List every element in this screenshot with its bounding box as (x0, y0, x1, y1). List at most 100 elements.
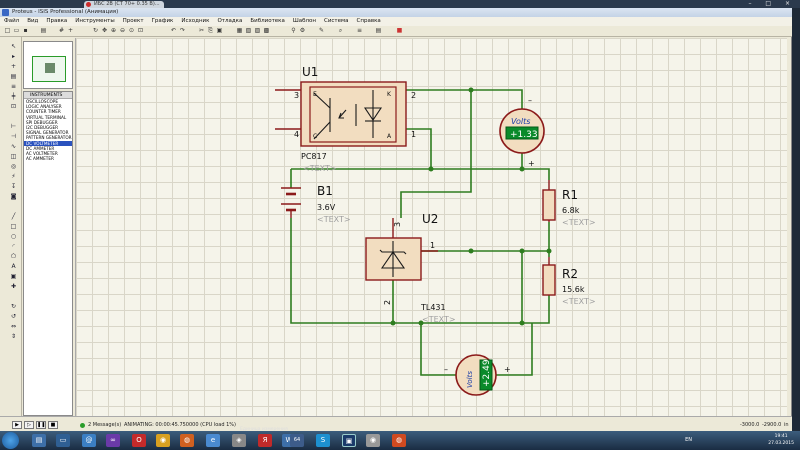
text-script-icon[interactable]: ≡ (10, 83, 17, 90)
menu-graph[interactable]: График (148, 17, 178, 26)
skype-icon[interactable]: S (316, 434, 330, 447)
block-rotate-icon[interactable]: ▨ (254, 27, 261, 34)
menu-file[interactable]: Файл (0, 17, 23, 26)
origin-icon[interactable]: + (67, 27, 74, 34)
refresh-icon[interactable]: ↻ (92, 27, 99, 34)
block-delete-icon[interactable]: ▩ (263, 27, 270, 34)
schematic-canvas[interactable]: 3 4 2 1 E C K A U1 PC817 <TEXT> B1 3.6V … (75, 38, 787, 416)
bom-icon[interactable]: ▤ (375, 27, 382, 34)
menu-design[interactable]: Проект (119, 17, 148, 26)
selection-mode-icon[interactable]: ↖ (10, 43, 17, 50)
pan-icon[interactable]: ✥ (101, 27, 108, 34)
zoom-area-icon[interactable]: ⊡ (137, 27, 144, 34)
play-button[interactable]: ▶ (12, 421, 22, 429)
wire-label-icon[interactable]: ▤ (10, 73, 17, 80)
voltage-probe-icon[interactable]: ⚡ (10, 173, 17, 180)
zoom-out-icon[interactable]: ⊖ (119, 27, 126, 34)
firefox-alt-icon[interactable]: ◍ (392, 434, 406, 447)
menu-help[interactable]: Справка (353, 17, 385, 26)
line-icon[interactable]: ╱ (10, 213, 17, 220)
clock[interactable]: 19:41 27.03.2015 (768, 433, 794, 447)
subcircuit-icon[interactable]: ⊡ (10, 103, 17, 110)
redo-icon[interactable]: ↷ (179, 27, 186, 34)
virtual-instrument-icon[interactable]: ◙ (10, 193, 17, 200)
copy-icon[interactable]: ⎘ (207, 27, 214, 34)
chrome-icon[interactable]: ◉ (156, 434, 170, 447)
camera-icon[interactable]: ◉ (366, 434, 380, 447)
block-move-icon[interactable]: ▧ (245, 27, 252, 34)
explorer-icon[interactable]: ▤ (32, 434, 46, 447)
start-button[interactable] (2, 432, 19, 449)
undo-icon[interactable]: ↶ (170, 27, 177, 34)
overview-viewport[interactable] (32, 56, 66, 82)
text-icon[interactable]: A (10, 263, 17, 270)
flip-h-icon[interactable]: ⇔ (10, 323, 17, 330)
terminal-icon[interactable]: ⊢ (10, 123, 17, 130)
box-icon[interactable]: □ (10, 223, 17, 230)
print-icon[interactable]: ▤ (40, 27, 47, 34)
ie-icon[interactable]: e (206, 434, 220, 447)
rotate-ccw-icon[interactable]: ↺ (10, 313, 17, 320)
r1-resistor[interactable]: R1 6.8k <TEXT> (542, 180, 596, 227)
opera-taskbar-icon[interactable]: O (132, 434, 146, 447)
bit64-icon[interactable]: 64 (290, 434, 304, 447)
menu-source[interactable]: Исходник (177, 17, 213, 26)
menu-system[interactable]: Система (320, 17, 353, 26)
circle-icon[interactable]: ○ (10, 233, 17, 240)
step-button[interactable]: ▷ (24, 421, 34, 429)
wire-vm1-negative[interactable] (471, 89, 523, 112)
wire-vm2-right[interactable] (496, 323, 533, 376)
u1-optocoupler[interactable]: 3 4 2 1 E C K A U1 PC817 <TEXT> (275, 65, 416, 173)
search-icon[interactable]: ⌕ (337, 27, 344, 34)
flip-v-icon[interactable]: ⇕ (10, 333, 17, 340)
menu-debug[interactable]: Отладка (213, 17, 246, 26)
menu-library[interactable]: Библиотека (246, 17, 288, 26)
netlist-icon[interactable]: ≡ (356, 27, 363, 34)
isis-taskbar-icon[interactable]: ▣ (342, 434, 356, 447)
overview-window[interactable] (23, 41, 73, 89)
pause-button[interactable]: ❚❚ (36, 421, 46, 429)
symbol-icon[interactable]: ▣ (10, 273, 17, 280)
pick-device-icon[interactable]: ⚲ (290, 27, 297, 34)
vs-icon[interactable]: ∞ (106, 434, 120, 447)
marker-icon[interactable]: ✚ (10, 283, 17, 290)
r2-resistor[interactable]: R2 15.6k <TEXT> (542, 257, 596, 306)
new-file-icon[interactable]: □ (4, 27, 11, 34)
yandex-icon[interactable]: Я (258, 434, 272, 447)
paste-icon[interactable]: ▣ (216, 27, 223, 34)
current-probe-icon[interactable]: ↧ (10, 183, 17, 190)
firefox-icon[interactable]: ◍ (180, 434, 194, 447)
arc-icon[interactable]: ◜ (10, 243, 17, 250)
zoom-in-icon[interactable]: ⊕ (110, 27, 117, 34)
b1-battery[interactable]: B1 3.6V <TEXT> (281, 184, 351, 224)
annotate-icon[interactable]: ✎ (318, 27, 325, 34)
polygon-icon[interactable]: ⬠ (10, 253, 17, 260)
ares-icon[interactable]: ■ (396, 27, 403, 34)
app-icon[interactable]: ◈ (232, 434, 246, 447)
menu-tools[interactable]: Инструменты (71, 17, 118, 26)
save-icon[interactable]: ▪ (22, 27, 29, 34)
menu-edit[interactable]: Правка (42, 17, 71, 26)
messages-indicator[interactable]: 2 Message(s) (80, 421, 121, 429)
folder-icon[interactable]: ▭ (56, 434, 70, 447)
tape-icon[interactable]: ◫ (10, 153, 17, 160)
menu-template[interactable]: Шаблон (289, 17, 320, 26)
bus-icon[interactable]: ╪ (10, 93, 17, 100)
rotate-cw-icon[interactable]: ↻ (10, 303, 17, 310)
cut-icon[interactable]: ✂ (198, 27, 205, 34)
make-device-icon[interactable]: ⚙ (299, 27, 306, 34)
open-folder-icon[interactable]: ▭ (13, 27, 20, 34)
menu-view[interactable]: Вид (23, 17, 42, 26)
grid-icon[interactable]: # (58, 27, 65, 34)
browser-tab[interactable]: ИБС 2В (СТ 70+ 0.35 В)... (84, 1, 164, 8)
wire-u1-pin2[interactable] (400, 89, 472, 218)
graph-icon[interactable]: ∿ (10, 143, 17, 150)
junction-dot-icon[interactable]: + (10, 63, 17, 70)
stop-button[interactable]: ■ (48, 421, 58, 429)
component-mode-icon[interactable]: ▸ (10, 53, 17, 60)
wire-vm2-left[interactable] (420, 323, 456, 376)
window-controls[interactable]: – □ × (748, 0, 796, 8)
generator-icon[interactable]: ◎ (10, 163, 17, 170)
u2-tl431[interactable]: 3 1 2 U2 TL431 <TEXT> (365, 212, 456, 324)
device-item[interactable]: AC AMMETER (24, 156, 72, 161)
